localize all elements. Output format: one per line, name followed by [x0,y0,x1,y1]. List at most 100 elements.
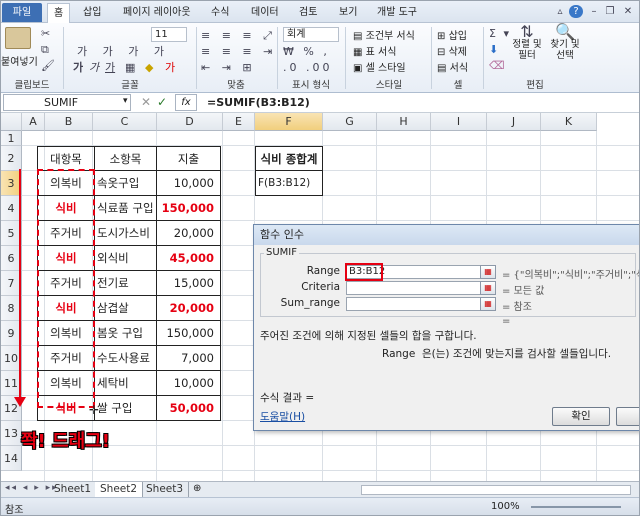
fill-icon[interactable]: ⬇ [489,43,498,57]
range-collapse-icon[interactable]: ▦ [480,265,496,279]
zoom-slider[interactable] [531,506,621,508]
criteria-collapse-icon[interactable]: ▦ [480,281,496,295]
table-cell-subcategory[interactable]: 봄옷 구입 [95,321,157,346]
delete-cells-button[interactable]: ⊟ 삭제 [437,43,467,58]
clear-icon[interactable]: ⌫ [489,59,505,73]
cancel-icon[interactable]: ✕ [141,95,151,109]
column-header-e[interactable]: E [223,113,255,131]
new-sheet-icon[interactable]: ⊕ [193,483,201,494]
number-format-select[interactable]: 회계 [283,27,339,42]
table-cell-amount[interactable]: 20,000 [157,221,221,246]
ribbon-minimize-icon[interactable]: ▵ [553,5,567,18]
table-cell-amount[interactable]: 10,000 [157,371,221,396]
row-header-14[interactable]: 14 [1,446,22,471]
number-format-icons[interactable]: ₩ % , [283,45,330,59]
table-cell-amount[interactable]: 50,000 [157,396,221,421]
tab-home[interactable]: 홈 [47,3,71,23]
copy-icon[interactable]: ⧉ [41,43,49,57]
sheet-tab-3[interactable]: Sheet3 [141,482,190,497]
insert-cells-button[interactable]: ⊞ 삽입 [437,27,467,42]
row-header-2[interactable]: 2 [1,146,22,171]
name-box-dropdown-icon[interactable]: ▾ [123,96,128,106]
table-cell-amount[interactable]: 150,000 [157,196,221,221]
table-cell-amount[interactable]: 15,000 [157,271,221,296]
column-header-d[interactable]: D [157,113,223,131]
select-all-corner[interactable] [1,113,22,131]
row-header-13[interactable]: 13 [1,421,22,446]
table-header-subcategory[interactable]: 소항목 [95,146,157,171]
name-box[interactable]: SUMIF [3,94,131,111]
table-cell-amount[interactable]: 10,000 [157,171,221,196]
autosum-icon[interactable]: Σ ▾ [489,27,511,41]
conditional-format-button[interactable]: ▤ 조건부 서식 [353,27,415,42]
table-header-amount[interactable]: 지출 [157,146,221,171]
formula-input[interactable]: =SUMIF(B3:B12) [207,95,310,110]
decimal-icons[interactable]: .0 .00 [283,61,333,75]
cut-icon[interactable]: ✂ [41,27,50,41]
minimize-icon[interactable]: – [587,5,601,18]
table-cell-subcategory[interactable]: 쌀 구입 [95,396,157,421]
format-as-table-button[interactable]: ▦ 표 서식 [353,43,396,58]
table-cell-subcategory[interactable]: 세탁비 [95,371,157,396]
tab-page-layout[interactable]: 페이지 레이아웃 [117,3,197,22]
tab-data[interactable]: 데이터 [245,3,285,22]
f2-header-cell[interactable]: 식비 종합계 [255,146,323,171]
horizontal-scrollbar[interactable] [361,485,631,495]
table-cell-amount[interactable]: 45,000 [157,246,221,271]
indent-icons[interactable]: ⇤ ⇥ ⊞ [201,61,256,75]
table-cell-subcategory[interactable]: 수도사용료 [95,346,157,371]
table-cell-subcategory[interactable]: 외식비 [95,246,157,271]
row-header-1[interactable]: 1 [1,131,22,146]
find-select-button[interactable]: 🔍 찾기 및 선택 [547,24,583,62]
tab-file[interactable]: 파일 [2,3,42,22]
paste-button[interactable]: 붙여넣기 [1,53,38,68]
vertical-align-icons[interactable]: ≡ ≡ ≡ ⤢ [201,29,276,43]
close-icon[interactable]: ✕ [621,5,635,18]
font-size-select[interactable]: 11 [151,27,187,42]
sheet-tab-1[interactable]: Sheet1 [49,482,98,497]
underline-icon[interactable]: 가 [105,61,115,75]
table-cell-subcategory[interactable]: 삼겹살 [95,296,157,321]
tab-view[interactable]: 보기 [333,3,363,22]
help-link[interactable]: 도움말(H) [260,409,305,424]
column-header-g[interactable]: G [323,113,377,131]
italic-icon[interactable]: 가 [89,61,99,75]
format-cells-button[interactable]: ▤ 서식 [437,59,468,74]
font-color-icon[interactable]: 가 [165,61,175,75]
f3-formula-cell[interactable]: F(B3:B12) [255,171,323,196]
sheet-tab-2[interactable]: Sheet2 [95,482,144,497]
border-icon[interactable]: ▦ [125,61,135,75]
tab-formulas[interactable]: 수식 [205,3,235,22]
bold-icon[interactable]: 가 [73,61,83,75]
table-cell-subcategory[interactable]: 도시가스비 [95,221,157,246]
table-cell-amount[interactable]: 7,000 [157,346,221,371]
help-icon[interactable]: ? [569,5,583,18]
ok-button[interactable]: 확인 [552,407,610,426]
table-cell-amount[interactable]: 150,000 [157,321,221,346]
table-cell-subcategory[interactable]: 속옷구입 [95,171,157,196]
column-header-c[interactable]: C [93,113,157,131]
sort-filter-button[interactable]: ⇅ 정렬 및 필터 [509,24,545,62]
column-header-h[interactable]: H [377,113,431,131]
tab-insert[interactable]: 삽입 [77,3,107,22]
cell-styles-button[interactable]: ▣ 셀 스타일 [353,59,406,74]
column-header-i[interactable]: I [431,113,487,131]
table-cell-amount[interactable]: 20,000 [157,296,221,321]
sum-range-input[interactable] [346,297,496,311]
tab-developer[interactable]: 개발 도구 [371,3,423,22]
column-header-a[interactable]: A [22,113,45,131]
table-cell-subcategory[interactable]: 식료품 구입 [95,196,157,221]
enter-icon[interactable]: ✓ [157,95,167,109]
restore-icon[interactable]: ❐ [603,5,617,18]
column-header-j[interactable]: J [487,113,541,131]
sum-range-collapse-icon[interactable]: ▦ [480,297,496,311]
table-cell-subcategory[interactable]: 전기료 [95,271,157,296]
tab-review[interactable]: 검토 [293,3,323,22]
horizontal-align-icons[interactable]: ≡ ≡ ≡ ⇥ [201,45,276,59]
column-header-b[interactable]: B [45,113,93,131]
format-painter-icon[interactable]: 🖌 [41,59,55,73]
table-header-category[interactable]: 대항목 [37,146,95,171]
insert-function-icon[interactable]: fx [175,94,197,111]
column-header-f[interactable]: F [255,113,323,131]
column-header-k[interactable]: K [541,113,597,131]
